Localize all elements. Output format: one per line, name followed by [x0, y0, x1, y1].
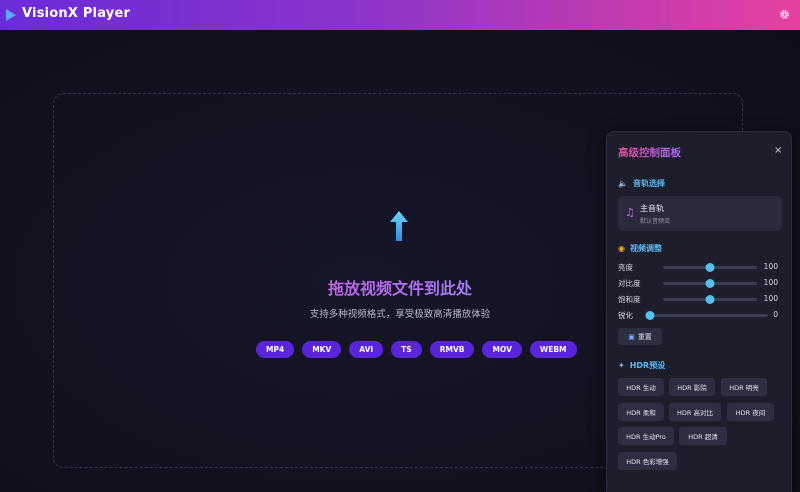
format-chip-mov: MOV [482, 341, 522, 358]
upload-arrow-icon [390, 211, 408, 241]
saturation-slider[interactable] [663, 295, 757, 304]
reset-button[interactable]: ▣ 重置 [618, 328, 662, 345]
adjust-row-sharpen: 锐化 0 [618, 310, 782, 320]
brightness-slider[interactable] [663, 263, 757, 272]
sparkle-icon: ✦ [618, 361, 625, 370]
hdr-preset-night[interactable]: HDR 夜间 [727, 403, 774, 421]
hdr-preset-cinema[interactable]: HDR 影院 [669, 378, 715, 396]
play-triangle-icon [6, 9, 16, 21]
panel-close-button[interactable]: × [774, 145, 782, 156]
adjust-row-brightness: 亮度 100 [618, 262, 782, 272]
app-header: VisionX Player [0, 0, 800, 30]
adjust-row-contrast: 对比度 100 [618, 278, 782, 288]
hdr-preset-soft[interactable]: HDR 柔和 [618, 403, 664, 421]
video-section-heading: ◉ 视频调整 [618, 243, 662, 254]
hdr-section-heading: ✦ HDR预设 [618, 360, 665, 371]
adjust-value: 100 [763, 278, 778, 287]
hdr-preset-bright[interactable]: HDR 明亮 [721, 378, 767, 396]
adjust-row-saturation: 饱和度 100 [618, 294, 782, 304]
adjust-value: 100 [763, 262, 778, 271]
reset-icon: ▣ [628, 332, 635, 341]
format-chip-mkv: MKV [302, 341, 342, 358]
adjust-value: 0 [773, 310, 778, 319]
track-desc: 默认音频流 [640, 218, 671, 225]
app-title: VisionX Player [22, 6, 131, 21]
slider-thumb[interactable] [705, 263, 715, 272]
format-chip-avi: AVI [349, 341, 384, 358]
audio-section-heading: 🔈 音轨选择 [618, 178, 665, 189]
gear-icon [779, 9, 789, 19]
format-chip-mp4: MP4 [256, 341, 295, 358]
hdr-preset-color-boost[interactable]: HDR 色彩增强 [618, 452, 677, 470]
palette-icon: ◉ [618, 244, 625, 253]
settings-button[interactable] [776, 6, 792, 22]
video-heading-label: 视频调整 [629, 244, 662, 253]
reset-label: 重置 [637, 332, 652, 341]
adjust-label: 锐化 [618, 311, 633, 320]
sharpen-slider[interactable] [645, 311, 768, 320]
hdr-heading-label: HDR预设 [629, 361, 666, 370]
format-list: MP4 MKV AVI TS RMVB MOV WEBM [256, 341, 577, 358]
music-note-icon: ♫ [625, 206, 635, 219]
format-chip-rmvb: RMVB [429, 341, 475, 358]
audio-heading-label: 音轨选择 [632, 179, 665, 188]
format-chip-ts: TS [391, 341, 422, 358]
adjust-label: 亮度 [618, 263, 633, 272]
hdr-preset-vivid[interactable]: HDR 生动 [618, 378, 664, 396]
format-chip-webm: WEBM [529, 341, 577, 358]
track-name: 主音轨 [640, 204, 664, 213]
hdr-preset-ultra-clear[interactable]: HDR 超清 [679, 427, 727, 445]
hdr-preset-high-contrast[interactable]: HDR 高对比 [669, 403, 721, 421]
slider-thumb[interactable] [705, 279, 715, 288]
slider-thumb[interactable] [645, 311, 655, 320]
panel-title: 高级控制面板 [618, 147, 681, 159]
adjust-value: 100 [763, 294, 778, 303]
advanced-control-panel: 高级控制面板 × 🔈 音轨选择 ♫ 主音轨 默认音频流 ◉ 视频调整 亮度 10… [606, 131, 792, 492]
contrast-slider[interactable] [663, 279, 757, 288]
adjust-label: 饱和度 [618, 295, 641, 304]
adjust-label: 对比度 [618, 279, 641, 288]
slider-thumb[interactable] [705, 295, 715, 304]
hdr-preset-vivid-pro[interactable]: HDR 生动Pro [618, 427, 674, 445]
speaker-icon: 🔈 [618, 179, 628, 188]
audio-track-main[interactable]: ♫ 主音轨 默认音频流 [618, 196, 782, 231]
